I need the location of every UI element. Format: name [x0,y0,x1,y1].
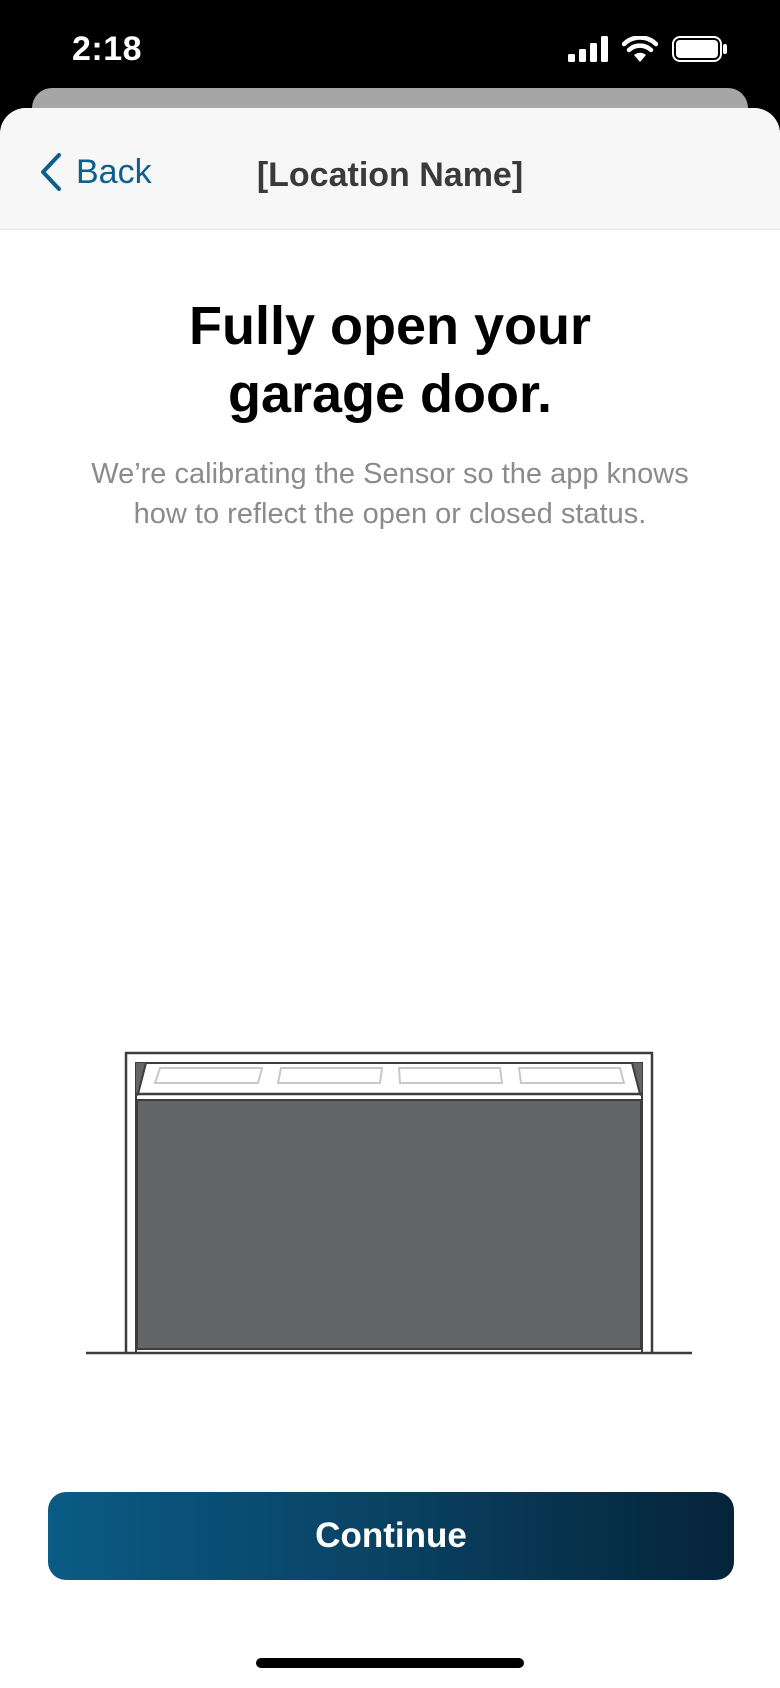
modal-sheet: Back [Location Name] Fully open your gar… [0,108,780,1688]
garage-door-panel [136,1099,642,1350]
window-panel [153,1067,264,1084]
navigation-bar: Back [Location Name] [0,108,780,230]
cellular-signal-icon [568,36,608,62]
garage-door-illustration [86,1051,692,1355]
battery-icon [672,36,727,62]
page-title: [Location Name] [256,156,524,194]
wifi-icon [622,36,658,62]
window-panel [276,1067,384,1084]
window-panel [517,1067,626,1084]
headline: Fully open your garage door. [188,296,592,424]
window-panel [397,1067,504,1084]
home-indicator [256,1658,524,1668]
status-bar: 2:18 [0,0,780,100]
continue-button[interactable]: Continue [48,1492,734,1580]
subtitle: We’re calibrating the Sensor so the app … [91,458,689,530]
status-time: 2:18 [72,30,143,68]
status-icons [568,36,728,62]
